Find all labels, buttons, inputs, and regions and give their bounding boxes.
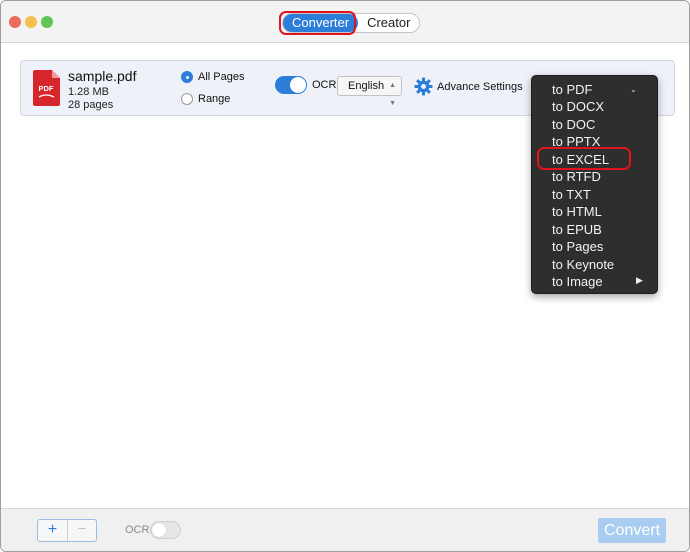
excel-highlight-annotation xyxy=(537,147,631,170)
format-dropdown-menu: to PDF ⌄ to DOCX to DOC to PPTX to EXCEL… xyxy=(531,75,658,294)
submenu-arrow-icon: ▶ xyxy=(636,275,643,285)
menu-item-to-keynote[interactable]: to Keynote xyxy=(552,258,614,272)
close-window-button[interactable] xyxy=(9,16,21,28)
convert-button[interactable]: Convert xyxy=(598,518,666,543)
language-value: English xyxy=(348,80,385,92)
minimize-window-button[interactable] xyxy=(25,16,37,28)
menu-item-to-rtfd[interactable]: to RTFD xyxy=(552,170,601,184)
ocr-toggle[interactable] xyxy=(275,76,307,94)
menu-item-to-html[interactable]: to HTML xyxy=(552,205,602,219)
chevron-down-icon: ⌄ xyxy=(630,85,637,94)
menu-item-to-pdf[interactable]: to PDF xyxy=(552,83,592,97)
bottom-toolbar: + − OCR Convert xyxy=(1,508,689,551)
tab-creator[interactable]: Creator xyxy=(358,14,419,32)
app-window: Converter Creator PDF sample.pdf 1.28 MB… xyxy=(0,0,690,552)
menu-item-to-image[interactable]: to Image xyxy=(552,275,603,289)
menu-item-to-pages[interactable]: to Pages xyxy=(552,240,603,254)
menu-item-to-doc[interactable]: to DOC xyxy=(552,118,595,132)
pdf-file-icon: PDF xyxy=(33,70,60,106)
language-select[interactable]: English ▲ ▼ xyxy=(337,76,402,107)
all-pages-label: All Pages xyxy=(198,71,245,83)
file-name: sample.pdf xyxy=(68,68,137,84)
zoom-window-button[interactable] xyxy=(41,16,53,28)
bottom-ocr-label: OCR xyxy=(125,524,150,536)
title-bar: Converter Creator xyxy=(1,1,689,43)
ocr-label: OCR xyxy=(312,79,337,91)
range-label: Range xyxy=(198,93,231,105)
file-size: 1.28 MB xyxy=(68,86,109,98)
chevron-up-down-icon: ▲ ▼ xyxy=(389,82,396,107)
menu-item-to-docx[interactable]: to DOCX xyxy=(552,100,604,114)
add-file-button[interactable]: + xyxy=(38,520,67,541)
menu-item-to-txt[interactable]: to TXT xyxy=(552,188,591,202)
bottom-ocr-toggle[interactable] xyxy=(150,521,181,539)
menu-item-to-epub[interactable]: to EPUB xyxy=(552,223,602,237)
add-remove-control: + − xyxy=(37,519,97,542)
advance-settings-label[interactable]: Advance Settings xyxy=(437,81,523,93)
converter-highlight-annotation xyxy=(279,11,356,35)
pdf-icon-label: PDF xyxy=(39,84,54,93)
gear-icon[interactable] xyxy=(414,77,433,96)
all-pages-radio[interactable] xyxy=(181,71,193,83)
file-page-count: 28 pages xyxy=(68,99,114,111)
remove-file-button[interactable]: − xyxy=(66,520,96,541)
range-radio[interactable] xyxy=(181,93,193,105)
